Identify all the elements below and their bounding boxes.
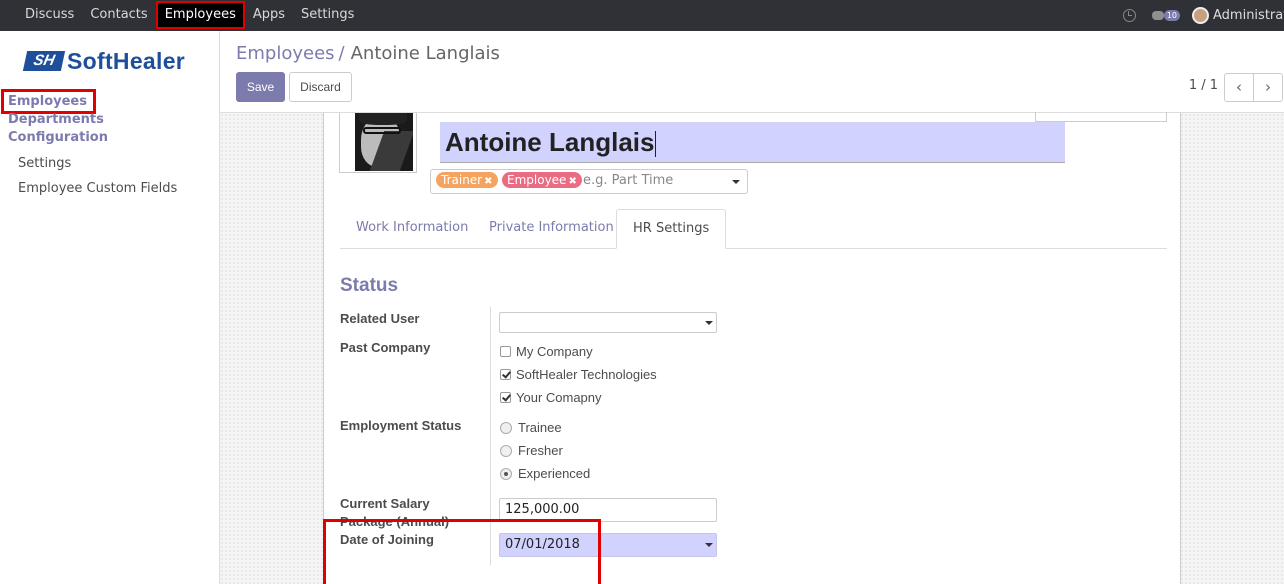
chevron-down-icon[interactable] (732, 180, 740, 184)
remove-tag-icon[interactable]: ✖ (484, 176, 492, 187)
form-sheet: Antoine Langlais Trainer ✖ Employee ✖ e.g.… (323, 112, 1181, 584)
section-title-status: Status (340, 275, 399, 296)
salary-label-line1: Current Salary (340, 496, 430, 511)
employment-radio-selected[interactable] (500, 467, 512, 480)
tag-employee-label: Employee (507, 173, 567, 187)
sidebar-item-departments[interactable]: Departments (0, 111, 220, 129)
tab-private-information[interactable]: Private Information (473, 209, 630, 249)
discard-button[interactable]: Discard (289, 72, 352, 102)
company-checkbox-row[interactable]: SoftHealer Technologies (500, 367, 657, 382)
top-navbar: Discuss Contacts Employees Apps Settings… (0, 0, 1284, 31)
tag-trainer: Trainer ✖ (436, 172, 498, 188)
form-view: Antoine Langlais Trainer ✖ Employee ✖ e.g.… (220, 112, 1284, 584)
category-tags-field[interactable]: Trainer ✖ Employee ✖ e.g. Part Time (430, 169, 748, 194)
company-label: Your Comapny (516, 390, 602, 405)
app-menu: Discuss Contacts Employees Apps Settings (17, 0, 362, 31)
systray: 10 Administrator (1122, 0, 1284, 31)
sidebar-item-settings[interactable]: Settings (0, 151, 220, 176)
sidebar: SH SoftHealer Employees Departments Conf… (0, 31, 220, 584)
tags-placeholder: e.g. Part Time (583, 173, 674, 188)
menu-settings[interactable]: Settings (293, 0, 362, 31)
sidebar-item-custom-fields[interactable]: Employee Custom Fields (0, 176, 220, 201)
employment-option-label: Trainee (518, 420, 562, 435)
menu-apps[interactable]: Apps (245, 0, 293, 31)
tab-hr-settings[interactable]: HR Settings (616, 209, 727, 249)
sidebar-item-configuration[interactable]: Configuration (0, 129, 220, 147)
control-panel: Employees / Antoine Langlais Save Discard … (220, 31, 1284, 113)
user-avatar[interactable] (1192, 7, 1209, 24)
chevron-down-icon (705, 543, 713, 547)
user-name[interactable]: Administrator (1213, 8, 1284, 23)
tag-employee: Employee ✖ (502, 172, 582, 188)
related-user-select[interactable] (499, 312, 717, 333)
company-checkbox[interactable] (500, 346, 511, 357)
employee-name-field[interactable]: Antoine Langlais (440, 122, 1065, 163)
menu-discuss[interactable]: Discuss (17, 0, 82, 31)
remove-tag-icon[interactable]: ✖ (568, 176, 576, 187)
employment-option-label: Experienced (518, 466, 591, 481)
tag-trainer-label: Trainer (441, 173, 483, 187)
company-label: My Company (516, 344, 593, 359)
activity-clock-icon[interactable] (1122, 9, 1136, 22)
annotation-highlight (323, 519, 601, 584)
smart-buttons-box (1035, 112, 1167, 122)
employee-photo (355, 113, 413, 171)
employment-radio[interactable] (500, 444, 512, 457)
company-label: SoftHealer Technologies (516, 367, 657, 382)
sidebar-menu: Employees Departments Configuration Sett… (0, 89, 220, 201)
breadcrumb: Employees / Antoine Langlais (236, 43, 500, 64)
employee-name-value: Antoine Langlais (445, 127, 655, 157)
message-count-badge: 10 (1163, 10, 1180, 21)
breadcrumb-current: Antoine Langlais (350, 43, 500, 64)
messaging-menu[interactable]: 10 (1151, 10, 1180, 21)
company-checkbox[interactable] (500, 392, 511, 403)
logo-mark: SH (22, 51, 66, 71)
menu-employees[interactable]: Employees (155, 1, 245, 29)
chevron-down-icon (705, 321, 713, 325)
employment-radio-row[interactable]: Trainee (500, 420, 562, 435)
softhealer-logo: SH SoftHealer (22, 48, 195, 75)
employment-radio[interactable] (500, 421, 512, 434)
text-cursor (655, 131, 657, 158)
chat-bubble-icon (1151, 11, 1164, 20)
employee-photo-frame[interactable] (339, 113, 417, 173)
employment-option-label: Fresher (518, 443, 563, 458)
breadcrumb-separator: / (338, 43, 345, 64)
pager-previous-button[interactable]: ‹ (1224, 73, 1254, 102)
notebook-tabs: Work Information Private Information HR … (340, 209, 1167, 249)
breadcrumb-employees[interactable]: Employees (236, 43, 335, 64)
company-checkbox[interactable] (500, 369, 511, 380)
pager-value: 1 / 1 (1188, 78, 1218, 93)
employment-status-label: Employment Status (340, 418, 462, 433)
tab-work-information[interactable]: Work Information (340, 209, 484, 249)
company-checkbox-row[interactable]: Your Comapny (500, 390, 602, 405)
past-company-label: Past Company (340, 340, 431, 355)
logo-text: SoftHealer (67, 48, 186, 74)
employment-radio-row[interactable]: Fresher (500, 443, 563, 458)
pager-next-button[interactable]: › (1253, 73, 1283, 102)
related-user-label: Related User (340, 311, 420, 326)
menu-contacts[interactable]: Contacts (82, 0, 155, 31)
save-button[interactable]: Save (236, 72, 285, 102)
company-checkbox-row[interactable]: My Company (500, 344, 593, 359)
employment-radio-row[interactable]: Experienced (500, 466, 590, 481)
